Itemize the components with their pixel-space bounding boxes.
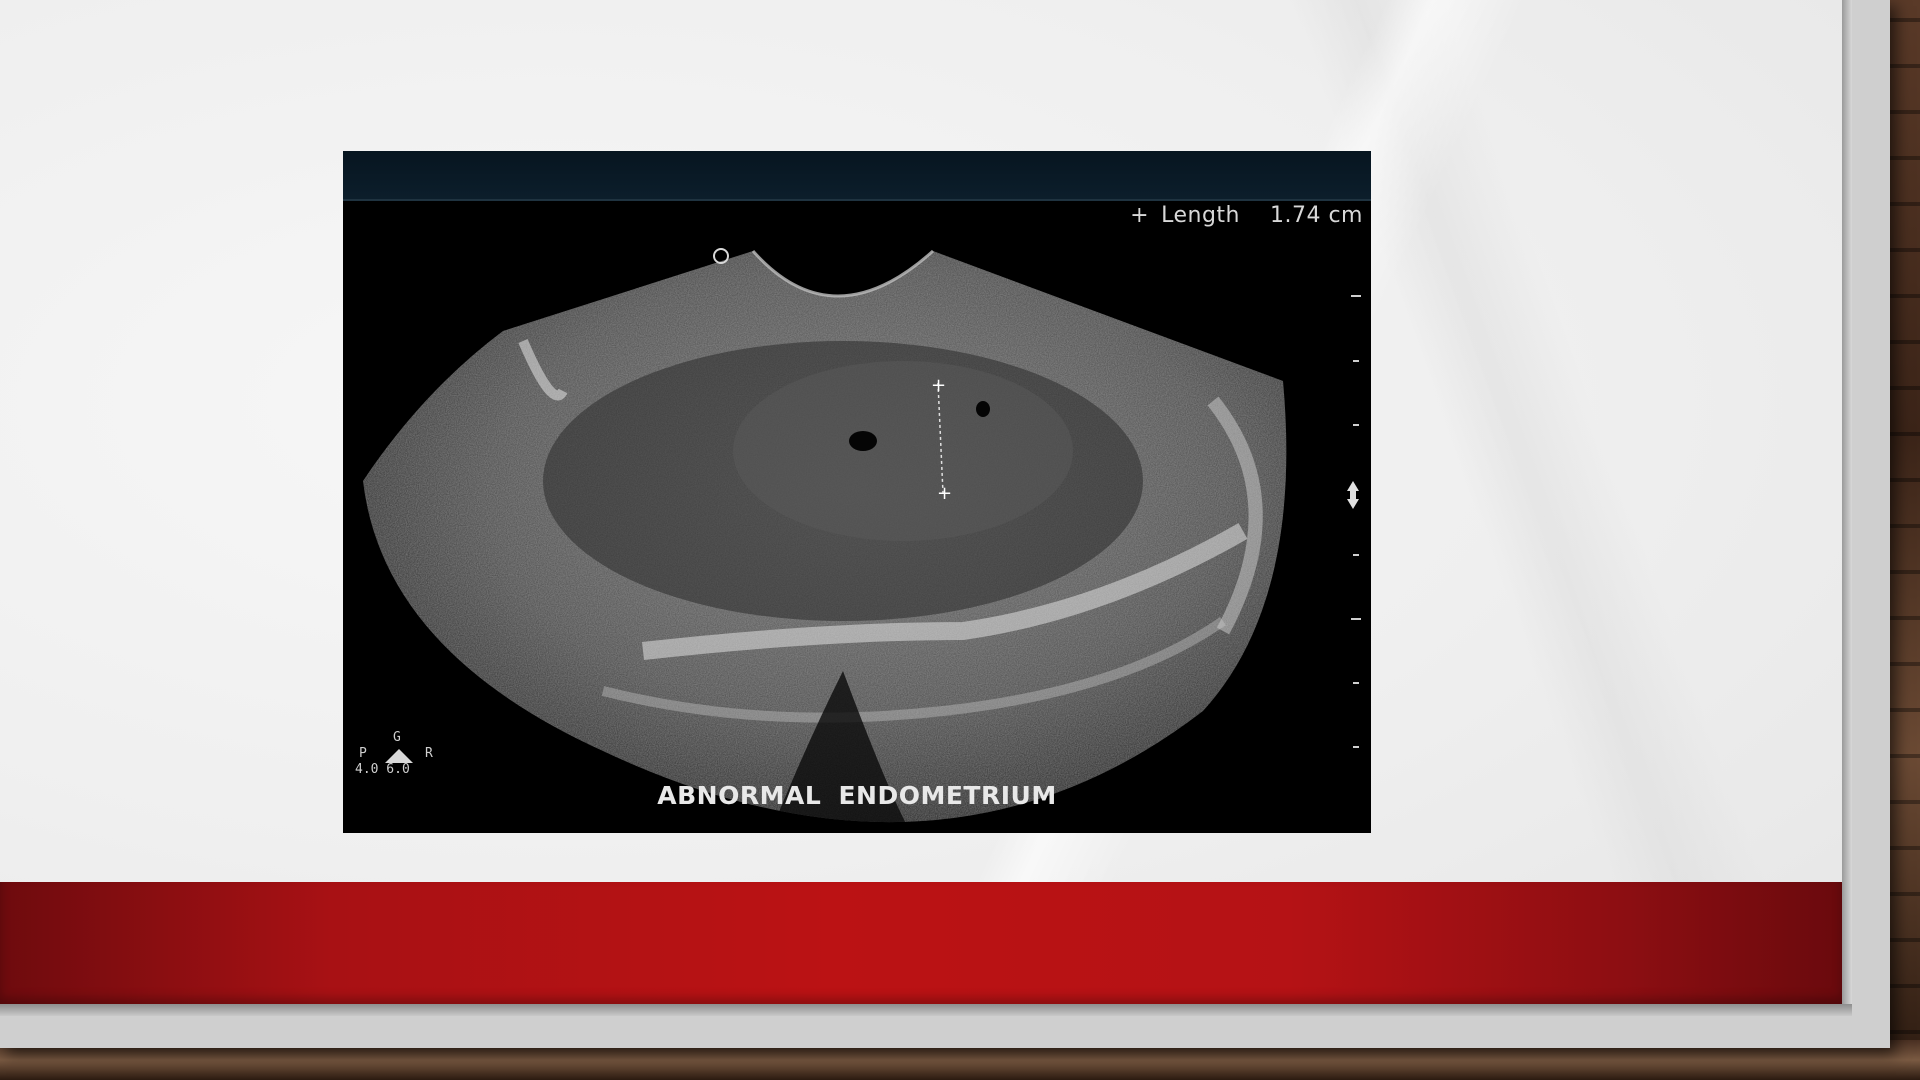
probe-g-label: G [393,730,401,745]
slide-bottom-border [0,1004,1852,1016]
svg-text:+: + [937,483,952,504]
svg-text:+: + [931,375,946,396]
ultrasound-image: + + + Length 1.74 cm G P R 4.0 6.0 ABNORMA [343,151,1371,833]
probe-values: 4.0 6.0 [355,762,410,777]
slide-side-border [1842,0,1852,1008]
red-footer-band [0,882,1842,1004]
caliper-plus-icon: + [1130,203,1150,228]
ultrasound-caption: ABNORMAL ENDOMETRIUM [657,781,1057,810]
probe-triangle-icon [385,749,413,763]
probe-p-label: P [359,746,367,761]
ultrasound-scan-graphic: + + [363,248,1361,823]
length-measurement: + Length 1.74 cm [1130,203,1363,228]
measurement-value: 1.74 cm [1269,203,1363,228]
probe-r-label: R [425,746,433,761]
measurement-label: Length [1161,203,1240,228]
